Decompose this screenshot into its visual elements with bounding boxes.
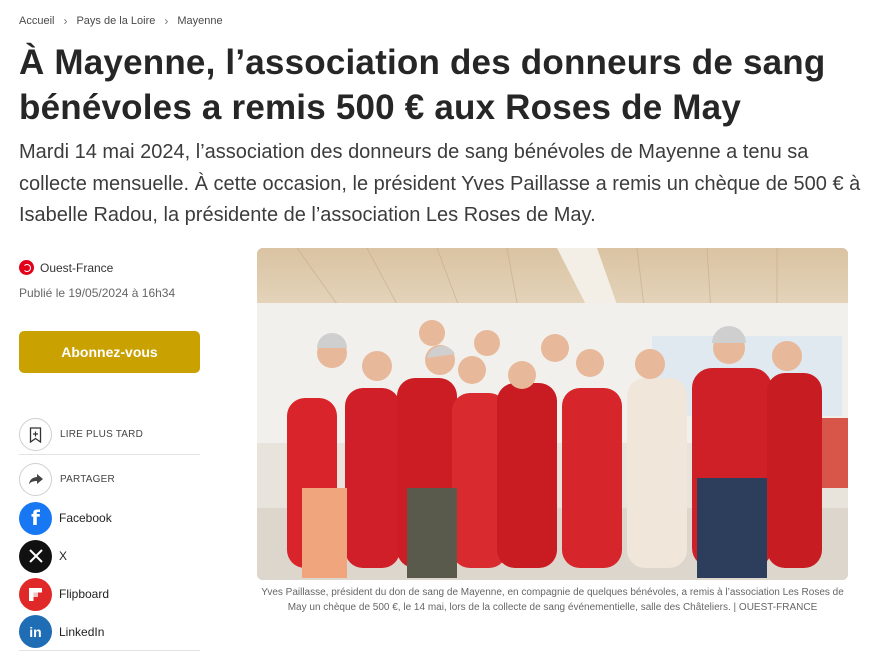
x-label: X: [59, 549, 68, 563]
share-button[interactable]: PARTAGER: [19, 459, 200, 499]
publication-date: Publié le 19/05/2024 à 16h34: [19, 286, 176, 300]
facebook-icon: f: [19, 501, 52, 535]
read-later-label: LIRE PLUS TARD: [60, 429, 144, 440]
article-title: À Mayenne, l’association des donneurs de…: [19, 43, 826, 127]
subscribe-button[interactable]: Abonnez-vous: [19, 331, 200, 373]
linkedin-label: LinkedIn: [59, 624, 105, 639]
breadcrumb-pays-de-la-loire[interactable]: Pays de la Loire: [76, 15, 155, 27]
flipboard-icon: [19, 577, 52, 611]
breadcrumb-accueil[interactable]: Accueil: [19, 15, 54, 27]
group-photo: [257, 248, 848, 580]
breadcrumb: Accueil › Pays de la Loire › Mayenne: [19, 14, 223, 28]
ouest-france-logo-icon: [19, 260, 34, 275]
facebook-label: Facebook: [59, 511, 112, 525]
share-x[interactable]: X: [19, 537, 200, 575]
read-later-button[interactable]: LIRE PLUS TARD: [19, 415, 200, 455]
bookmark-icon: [19, 418, 52, 451]
article-lead: Mardi 14 mai 2024, l’association des don…: [19, 141, 861, 226]
x-icon: [19, 539, 52, 573]
linkedin-icon: in: [19, 615, 52, 648]
article-source[interactable]: Ouest-France: [19, 260, 113, 275]
share-facebook[interactable]: f Facebook: [19, 499, 200, 537]
share-arrow-icon: [19, 462, 52, 496]
share-label: PARTAGER: [60, 473, 115, 485]
share-linkedin[interactable]: in LinkedIn: [19, 613, 200, 651]
source-name: Ouest-France: [40, 260, 114, 275]
share-flipboard[interactable]: Flipboard: [19, 575, 200, 613]
flipboard-label: Flipboard: [59, 587, 110, 601]
chevron-right-icon: ›: [63, 14, 68, 28]
article-photo: [257, 248, 848, 580]
breadcrumb-mayenne[interactable]: Mayenne: [177, 15, 222, 27]
chevron-right-icon: ›: [164, 14, 169, 28]
photo-caption: Yves Paillasse, président du don de sang…: [261, 587, 844, 613]
article-actions: LIRE PLUS TARD PARTAGER f Facebook X Fli…: [19, 415, 200, 651]
